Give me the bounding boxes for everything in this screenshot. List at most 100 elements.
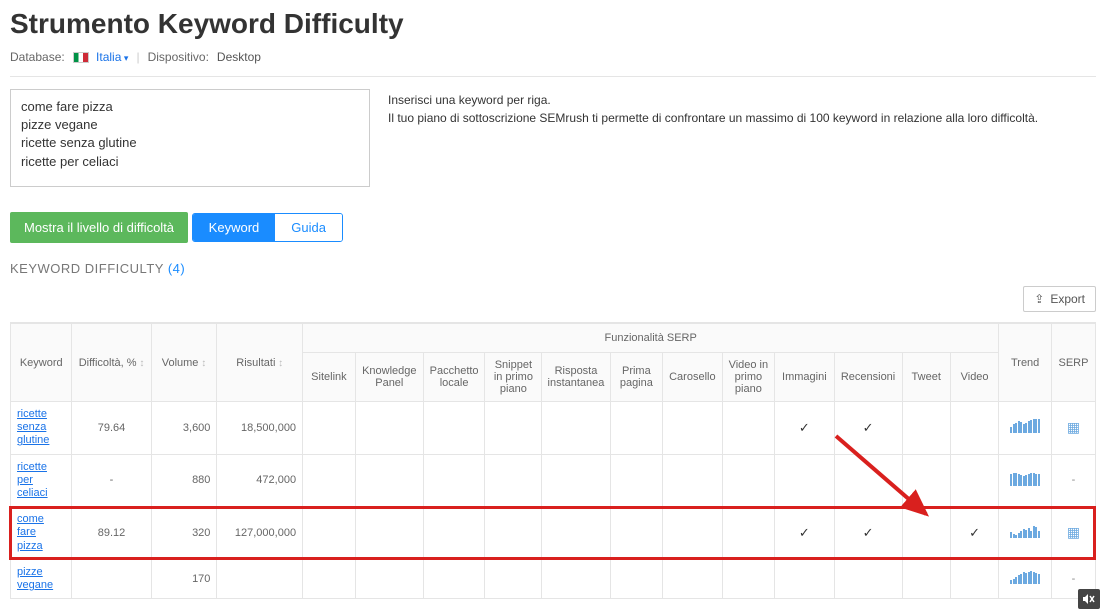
cell-volume: 3,600 [151, 402, 217, 455]
cell-feature [834, 454, 902, 507]
tab-guide[interactable]: Guida [275, 214, 342, 241]
serp-icon: ▦ [1067, 419, 1080, 435]
cell-feature [355, 402, 423, 455]
table-row: pizzevegane170- [11, 559, 1096, 598]
check-icon [799, 528, 810, 540]
cell-feature [303, 559, 356, 598]
divider: | [136, 50, 139, 64]
database-label: Database: [10, 50, 65, 64]
cell-feature [542, 507, 610, 560]
cell-feature [722, 507, 775, 560]
cell-feature [902, 507, 950, 560]
sound-icon[interactable] [1078, 589, 1100, 609]
cell-trend [999, 402, 1052, 455]
tab-keyword[interactable]: Keyword [193, 214, 276, 241]
cell-difficulty [72, 559, 151, 598]
cell-results: 127,000,000 [217, 507, 303, 560]
col-keyword[interactable]: Keyword [11, 324, 72, 402]
cell-feature [423, 402, 484, 455]
help-line-1: Inserisci una keyword per riga. [388, 91, 1038, 109]
col-serp-5[interactable]: Prima pagina [610, 353, 663, 402]
col-serp-7[interactable]: Video in primo piano [722, 353, 775, 402]
cell-feature [902, 454, 950, 507]
col-serp-10[interactable]: Tweet [902, 353, 950, 402]
flag-icon [73, 52, 89, 63]
database-value[interactable]: Italia [96, 50, 128, 64]
device-value: Desktop [217, 50, 261, 64]
cell-feature [303, 402, 356, 455]
keywords-textarea[interactable] [10, 89, 370, 187]
cell-feature [355, 559, 423, 598]
cell-feature [663, 402, 722, 455]
col-serp-9[interactable]: Recensioni [834, 353, 902, 402]
cell-feature [950, 402, 998, 455]
col-results[interactable]: Risultati [217, 324, 303, 402]
col-serp[interactable]: SERP [1051, 324, 1095, 402]
tabs: Keyword Guida [192, 213, 343, 242]
keyword-link[interactable]: ricetteperceliaci [17, 461, 48, 501]
cell-feature [950, 454, 998, 507]
table-row: ricetteperceliaci-880472,000- [11, 454, 1096, 507]
keyword-link[interactable]: ricettesenzaglutine [17, 408, 49, 448]
table-row: comefarepizza 89.12320127,000,000 ▦ [11, 507, 1096, 560]
col-serp-2[interactable]: Pacchetto locale [423, 353, 484, 402]
col-difficulty[interactable]: Difficoltà, % [72, 324, 151, 402]
keyword-link[interactable]: pizzevegane [17, 566, 53, 592]
cell-feature [775, 507, 834, 560]
meta-row: Database: Italia | Dispositivo: Desktop [10, 50, 1096, 64]
keyword-link[interactable]: comefarepizza [17, 513, 44, 553]
cell-feature [722, 559, 775, 598]
cell-feature [775, 402, 834, 455]
col-group-serp: Funzionalità SERP [303, 324, 999, 353]
cell-feature [950, 559, 998, 598]
results-table: Keyword Difficoltà, % Volume Risultati F… [10, 323, 1096, 599]
table-row: ricettesenzaglutine 79.643,60018,500,000 ▦ [11, 402, 1096, 455]
divider-line [10, 76, 1096, 77]
cell-feature [834, 559, 902, 598]
cell-feature [423, 507, 484, 560]
cell-feature [610, 402, 663, 455]
col-serp-3[interactable]: Snippet in primo piano [485, 353, 542, 402]
cell-difficulty: 89.12 [72, 507, 151, 560]
col-trend[interactable]: Trend [999, 324, 1052, 402]
cell-feature [610, 507, 663, 560]
cell-results: 18,500,000 [217, 402, 303, 455]
cell-volume: 880 [151, 454, 217, 507]
cell-feature [722, 402, 775, 455]
cell-feature [663, 454, 722, 507]
database-selector[interactable]: Italia [73, 50, 129, 64]
cell-feature [542, 402, 610, 455]
check-icon [863, 528, 874, 540]
cell-feature [485, 559, 542, 598]
check-icon [799, 423, 810, 435]
cell-feature [485, 507, 542, 560]
col-serp-8[interactable]: Immagini [775, 353, 834, 402]
cell-feature [663, 507, 722, 560]
cell-serp-link[interactable]: ▦ [1051, 402, 1095, 455]
cell-trend [999, 559, 1052, 598]
cell-feature [610, 454, 663, 507]
cell-volume: 320 [151, 507, 217, 560]
cell-serp-link[interactable]: ▦ [1051, 507, 1095, 560]
col-serp-11[interactable]: Video [950, 353, 998, 402]
col-serp-0[interactable]: Sitelink [303, 353, 356, 402]
col-serp-1[interactable]: Knowledge Panel [355, 353, 423, 402]
col-serp-6[interactable]: Carosello [663, 353, 722, 402]
cell-feature [542, 559, 610, 598]
col-volume[interactable]: Volume [151, 324, 217, 402]
cell-volume: 170 [151, 559, 217, 598]
cell-feature [834, 507, 902, 560]
col-serp-4[interactable]: Risposta instantanea [542, 353, 610, 402]
cell-feature [485, 402, 542, 455]
export-button[interactable]: ⇪ Export [1023, 286, 1096, 312]
help-text: Inserisci una keyword per riga. Il tuo p… [388, 89, 1038, 127]
cell-feature [902, 402, 950, 455]
cell-trend [999, 507, 1052, 560]
page-title: Strumento Keyword Difficulty [10, 8, 1096, 40]
help-line-2: Il tuo piano di sottoscrizione SEMrush t… [388, 109, 1038, 127]
cell-difficulty: 79.64 [72, 402, 151, 455]
cell-feature [355, 507, 423, 560]
cell-feature [950, 507, 998, 560]
cell-results [217, 559, 303, 598]
show-difficulty-button[interactable]: Mostra il livello di difficoltà [10, 212, 188, 243]
